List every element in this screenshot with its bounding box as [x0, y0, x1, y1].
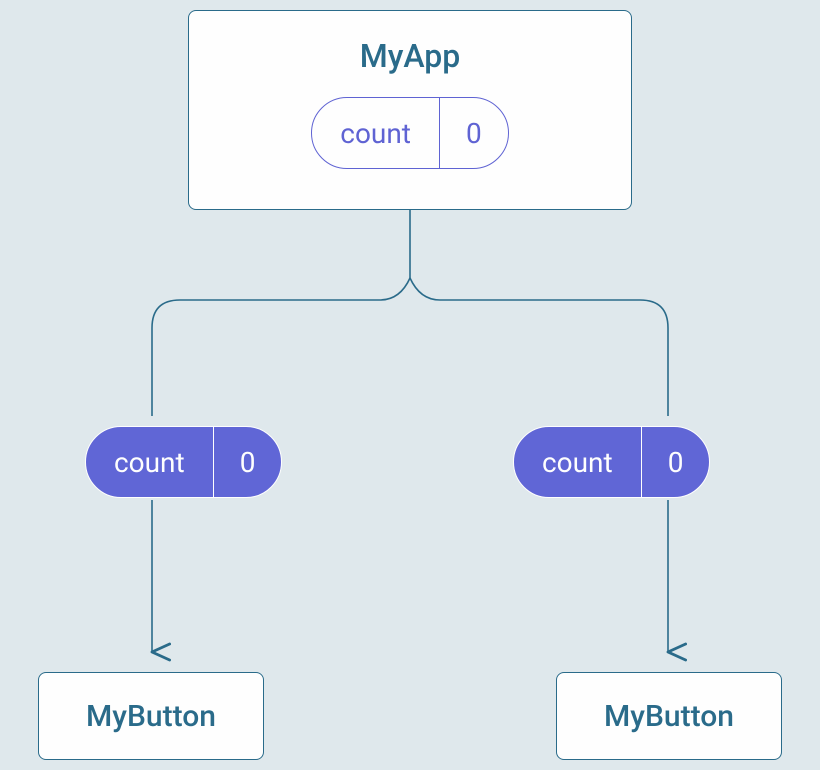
child-component-title-left: MyButton: [86, 699, 216, 734]
parent-state-value: 0: [440, 98, 508, 168]
child-component-box-left: MyButton: [38, 672, 264, 760]
prop-label-left: count: [86, 427, 214, 497]
child-component-box-right: MyButton: [556, 672, 782, 760]
prop-value-right: 0: [642, 427, 710, 497]
prop-pill-left: count 0: [85, 426, 282, 498]
parent-state-pill: count 0: [311, 97, 508, 169]
parent-component-box: MyApp count 0: [188, 10, 632, 210]
prop-value-left: 0: [214, 427, 282, 497]
prop-label-right: count: [514, 427, 642, 497]
prop-pill-right: count 0: [513, 426, 710, 498]
parent-component-title: MyApp: [360, 37, 461, 75]
parent-state-label: count: [312, 98, 440, 168]
child-component-title-right: MyButton: [604, 699, 734, 734]
